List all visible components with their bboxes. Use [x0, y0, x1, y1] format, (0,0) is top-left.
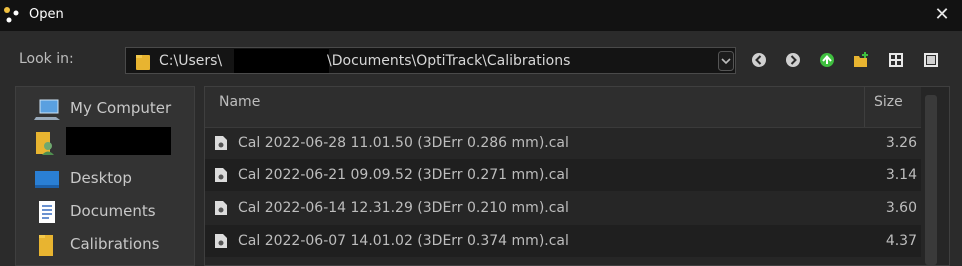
table-row[interactable]: Cal 2022-06-07 14.01.02 (3DErr 0.374 mm)… [205, 225, 921, 257]
file-name: Cal 2022-06-21 09.09.52 (3DErr 0.271 mm)… [238, 167, 569, 183]
place-user[interactable] [16, 127, 194, 157]
place-calibrations[interactable]: Calibrations [16, 229, 194, 259]
documents-icon [39, 201, 55, 223]
look-in-label: Look in: [19, 51, 74, 67]
file-list-header: Name Size [205, 87, 921, 128]
computer-icon [34, 99, 60, 120]
file-size: 3.60 [885, 200, 917, 216]
table-row[interactable]: Cal 2022-06-14 12.31.29 (3DErr 0.210 mm)… [205, 192, 921, 224]
file-name: Cal 2022-06-28 11.01.50 (3DErr 0.286 mm)… [238, 135, 569, 151]
chevron-down-icon[interactable] [718, 51, 734, 71]
desktop-icon [35, 171, 59, 188]
table-row[interactable]: Cal 2022-06-21 09.09.52 (3DErr 0.271 mm)… [205, 159, 921, 191]
detail-view-icon[interactable] [922, 51, 940, 69]
file-size: 3.14 [885, 167, 917, 183]
vertical-scrollbar[interactable] [925, 95, 937, 265]
file-name: Cal 2022-06-14 12.31.29 (3DErr 0.210 mm)… [238, 200, 569, 216]
file-icon [215, 168, 227, 182]
path-prefix: C:\Users\ [159, 53, 223, 69]
place-documents[interactable]: Documents [16, 196, 194, 226]
close-button[interactable]: ✕ [931, 4, 953, 26]
close-icon: ✕ [934, 4, 950, 25]
up-folder-icon[interactable] [818, 51, 836, 69]
title-bar: Open ✕ [0, 0, 962, 31]
file-icon [215, 136, 227, 150]
back-icon[interactable] [750, 51, 768, 69]
table-row[interactable]: Cal 2022-06-28 11.01.50 (3DErr 0.286 mm)… [205, 127, 921, 159]
column-header-size[interactable]: Size [874, 94, 903, 110]
list-view-icon[interactable] [887, 51, 905, 69]
place-desktop[interactable]: Desktop [16, 163, 194, 193]
app-icon [4, 7, 19, 23]
column-header-name[interactable]: Name [219, 94, 260, 110]
column-divider[interactable] [864, 87, 865, 127]
file-name: Cal 2022-06-07 14.01.02 (3DErr 0.374 mm)… [238, 233, 569, 249]
redacted-username [234, 49, 329, 73]
place-label: Calibrations [70, 235, 160, 253]
place-label: Desktop [70, 169, 132, 187]
folder-icon [39, 235, 53, 256]
places-sidebar: My Computer Desktop Documents Calibratio… [15, 86, 195, 266]
window-title: Open [29, 7, 64, 22]
file-icon [215, 234, 227, 248]
place-label: My Computer [70, 99, 172, 117]
folder-icon [136, 55, 150, 70]
file-list: Name Size Cal 2022-06-28 11.01.50 (3DErr… [204, 86, 950, 266]
look-in-combobox[interactable]: C:\Users\ \Documents\OptiTrack\Calibrati… [125, 47, 736, 74]
place-label: Documents [70, 202, 156, 220]
redacted-username [66, 127, 171, 155]
file-size: 3.26 [885, 135, 917, 151]
user-folder-icon [36, 132, 54, 155]
file-size: 4.37 [885, 233, 917, 249]
path-suffix: \Documents\OptiTrack\Calibrations [327, 53, 571, 69]
file-icon [215, 201, 227, 215]
forward-icon[interactable] [784, 51, 802, 69]
place-my-computer[interactable]: My Computer [16, 93, 194, 123]
new-folder-icon[interactable] [852, 51, 870, 69]
